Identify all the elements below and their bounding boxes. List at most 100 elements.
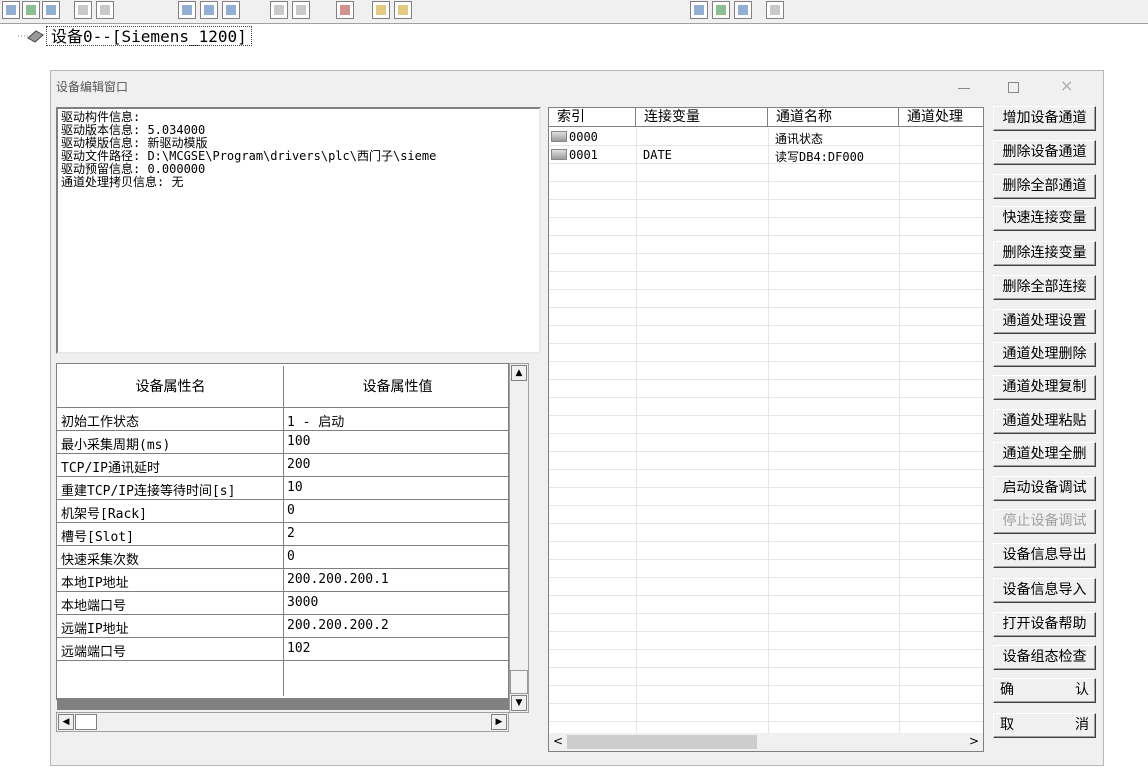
- property-value[interactable]: 200.200.200.2: [287, 618, 389, 633]
- property-value[interactable]: 100: [287, 434, 310, 449]
- info-line: 通道处理拷贝信息: 无: [61, 175, 184, 189]
- channel-index: 0000: [569, 130, 598, 144]
- sort-icon[interactable]: [734, 1, 752, 19]
- quick-connect-variable-button[interactable]: 快速连接变量: [993, 206, 1096, 231]
- toolbar: [0, 0, 1148, 24]
- channel-row[interactable]: 0000 通讯状态: [549, 128, 983, 146]
- channel-processing-settings-button[interactable]: 通道处理设置: [993, 309, 1096, 334]
- channel-scroll-thumb[interactable]: [567, 735, 757, 749]
- channel-processing-copy-button[interactable]: 通道处理复制: [993, 375, 1096, 400]
- preview-icon[interactable]: [96, 1, 114, 19]
- property-value[interactable]: 200: [287, 457, 310, 472]
- grid-line: [768, 128, 769, 733]
- grid-line: [549, 613, 983, 614]
- channel-name: 通讯状态: [775, 132, 824, 146]
- scroll-right-icon[interactable]: >: [969, 734, 979, 748]
- horizontal-scroll-thumb[interactable]: [75, 714, 97, 730]
- open-icon[interactable]: [2, 1, 20, 19]
- tools-icon[interactable]: [336, 1, 354, 19]
- property-name: 最小采集周期(ms): [61, 438, 171, 453]
- property-scroll-thumb[interactable]: [510, 670, 528, 694]
- property-value[interactable]: 102: [287, 641, 310, 656]
- property-value[interactable]: 10: [287, 480, 303, 495]
- property-name: 快速采集次数: [61, 553, 140, 568]
- print-icon[interactable]: [74, 1, 92, 19]
- open-device-help-button[interactable]: 打开设备帮助: [993, 612, 1096, 637]
- redo-icon[interactable]: [292, 1, 310, 19]
- props-icon[interactable]: [690, 1, 708, 19]
- delete-all-connections-button[interactable]: 删除全部连接: [993, 275, 1096, 300]
- close-icon[interactable]: ×: [1060, 76, 1073, 95]
- link2-icon[interactable]: [394, 1, 412, 19]
- grid-line: [549, 181, 983, 182]
- property-value[interactable]: 200.200.200.1: [287, 572, 389, 587]
- property-name: 槽号[Slot]: [61, 530, 134, 545]
- confirm-button[interactable]: 确 认: [993, 678, 1096, 703]
- device-config-check-button[interactable]: 设备组态检查: [993, 645, 1096, 670]
- add-channel-button[interactable]: 增加设备通道: [993, 106, 1096, 131]
- scroll-right-icon[interactable]: ▶: [491, 714, 507, 730]
- grid-line: [549, 649, 983, 650]
- scroll-up-icon[interactable]: ▲: [511, 365, 527, 381]
- grid-line: [549, 577, 983, 578]
- channel-processing-paste-button[interactable]: 通道处理粘贴: [993, 409, 1096, 434]
- scroll-down-icon[interactable]: ▼: [511, 695, 527, 711]
- cut-icon[interactable]: [178, 1, 196, 19]
- help-icon[interactable]: [766, 1, 784, 19]
- grid-line: [549, 199, 983, 200]
- grid-line: [549, 721, 983, 722]
- copy-icon[interactable]: [200, 1, 218, 19]
- delete-channel-button[interactable]: 删除设备通道: [993, 140, 1096, 165]
- grid-line: [549, 217, 983, 218]
- maximize-icon[interactable]: [1008, 82, 1019, 93]
- group-icon[interactable]: [22, 1, 40, 19]
- grid-line: [549, 253, 983, 254]
- property-name: 远端端口号: [61, 645, 127, 660]
- undo-icon[interactable]: [270, 1, 288, 19]
- minimize-icon[interactable]: [958, 88, 970, 89]
- scroll-left-icon[interactable]: ◀: [58, 714, 74, 730]
- info-line: 驱动预留信息: 0.000000: [61, 162, 206, 176]
- check-icon[interactable]: [712, 1, 730, 19]
- property-value[interactable]: 3000: [287, 595, 318, 610]
- column-header-variable[interactable]: 连接变量: [636, 108, 768, 127]
- property-name: 初始工作状态: [61, 415, 140, 430]
- start-debug-button[interactable]: 启动设备调试: [993, 476, 1096, 501]
- grid-line: [549, 541, 983, 542]
- column-header-index[interactable]: 索引: [549, 108, 636, 127]
- paste-icon[interactable]: [222, 1, 240, 19]
- tree-device-node[interactable]: 设备0--[Siemens_1200]: [46, 26, 252, 46]
- channel-processing-delete-all-button[interactable]: 通道处理全删: [993, 442, 1096, 467]
- link-icon[interactable]: [372, 1, 390, 19]
- property-value[interactable]: 2: [287, 526, 295, 541]
- channel-processing-delete-button[interactable]: 通道处理删除: [993, 342, 1096, 367]
- grid-line: [549, 271, 983, 272]
- channel-list: 索引 连接变量 通道名称 通道处理 0000 通讯状态 0001 DATE 读写…: [548, 107, 984, 752]
- property-value[interactable]: 1 - 启动: [287, 411, 344, 430]
- property-name: 重建TCP/IP连接等待时间[s]: [61, 484, 236, 499]
- grid-line: [549, 289, 983, 290]
- column-header-processing[interactable]: 通道处理: [899, 108, 983, 127]
- export-device-info-button[interactable]: 设备信息导出: [993, 543, 1096, 568]
- property-vertical-scrollbar[interactable]: ▲ ▼: [509, 363, 529, 713]
- scroll-left-icon[interactable]: <: [553, 734, 563, 748]
- property-value[interactable]: 0: [287, 503, 295, 518]
- cancel-button[interactable]: 取 消: [993, 713, 1096, 738]
- channel-row[interactable]: 0001 DATE 读写DB4:DF000: [549, 146, 983, 164]
- import-device-info-button[interactable]: 设备信息导入: [993, 578, 1096, 603]
- grid-line: [549, 469, 983, 470]
- info-line: 驱动构件信息:: [61, 110, 141, 124]
- grid-line: [549, 451, 983, 452]
- column-header-channel-name[interactable]: 通道名称: [768, 108, 899, 127]
- property-grid-empty-area: [57, 698, 509, 710]
- save-icon[interactable]: [42, 1, 60, 19]
- delete-all-channels-button[interactable]: 删除全部通道: [993, 174, 1096, 199]
- property-value[interactable]: 0: [287, 549, 295, 564]
- property-horizontal-scrollbar[interactable]: ◀ ▶: [56, 712, 509, 732]
- stop-debug-button[interactable]: 停止设备调试: [993, 509, 1096, 534]
- info-line: 驱动文件路径: D:\MCGSE\Program\drivers\plc\西门子…: [61, 149, 437, 163]
- channel-icon: [551, 149, 567, 160]
- grid-line: [549, 523, 983, 524]
- grid-line: [549, 667, 983, 668]
- delete-connected-variable-button[interactable]: 删除连接变量: [993, 241, 1096, 266]
